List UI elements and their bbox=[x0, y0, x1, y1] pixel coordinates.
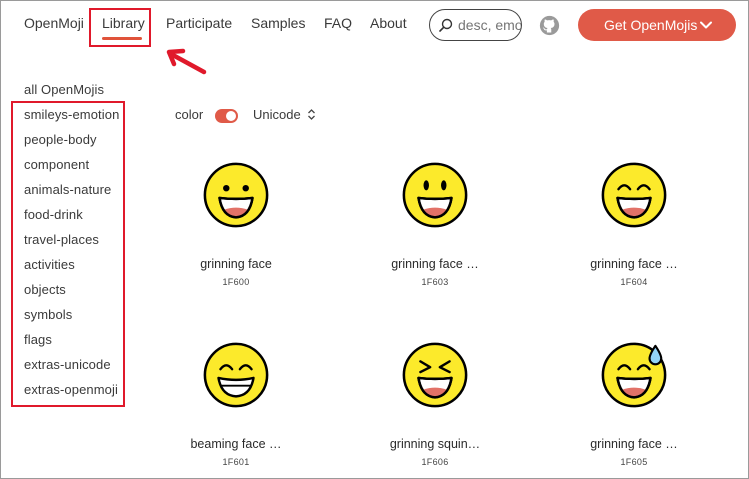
emoji-code: 1F604 bbox=[620, 277, 648, 287]
search-input[interactable] bbox=[458, 17, 521, 33]
color-toggle[interactable] bbox=[215, 109, 238, 123]
emoji-card-1F600[interactable]: grinning face 1F600 bbox=[161, 160, 311, 300]
get-openmojis-label: Get OpenMojis bbox=[604, 17, 698, 33]
grinning-squinting-face-icon bbox=[402, 342, 468, 408]
sidebar-item-objects[interactable]: objects bbox=[24, 282, 66, 297]
emoji-name: grinning face bbox=[200, 257, 272, 271]
color-filter-label: color bbox=[175, 107, 204, 122]
emoji-name: beaming face … bbox=[190, 437, 282, 451]
github-icon[interactable] bbox=[539, 15, 560, 36]
emoji-name: grinning face … bbox=[391, 257, 479, 271]
library-annotation-box bbox=[89, 8, 151, 47]
grinning-face-big-eyes-icon bbox=[402, 162, 468, 228]
emoji-name: grinning face … bbox=[590, 437, 678, 451]
grinning-face-smiling-eyes-icon bbox=[601, 162, 667, 228]
sidebar-item-extras-openmoji[interactable]: extras-openmoji bbox=[24, 382, 118, 397]
nav-faq[interactable]: FAQ bbox=[324, 15, 352, 31]
nav-participate[interactable]: Participate bbox=[166, 15, 232, 31]
sidebar-item-travel-places[interactable]: travel-places bbox=[24, 232, 99, 247]
emoji-code: 1F603 bbox=[421, 277, 449, 287]
sidebar-item-animals-nature[interactable]: animals-nature bbox=[24, 182, 111, 197]
emoji-card-1F606[interactable]: grinning squin… 1F606 bbox=[360, 340, 510, 479]
emoji-code: 1F606 bbox=[421, 457, 449, 467]
sidebar-item-component[interactable]: component bbox=[24, 157, 89, 172]
sidebar-item-all[interactable]: all OpenMojis bbox=[24, 82, 104, 97]
emoji-card-1F601[interactable]: beaming face … 1F601 bbox=[161, 340, 311, 479]
search-icon bbox=[439, 18, 453, 32]
beaming-face-icon bbox=[203, 342, 269, 408]
chevron-down-icon bbox=[700, 21, 712, 29]
sidebar-item-smileys-emotion[interactable]: smileys-emotion bbox=[24, 107, 119, 122]
emoji-name: grinning squin… bbox=[389, 437, 481, 451]
emoji-card-1F604[interactable]: grinning face … 1F604 bbox=[559, 160, 709, 300]
emoji-card-1F603[interactable]: grinning face … 1F603 bbox=[360, 160, 510, 300]
sidebar-item-flags[interactable]: flags bbox=[24, 332, 52, 347]
emoji-code: 1F600 bbox=[222, 277, 250, 287]
sort-unicode-label[interactable]: Unicode bbox=[253, 107, 301, 122]
brand-link[interactable]: OpenMoji bbox=[24, 15, 84, 31]
emoji-card-1F605[interactable]: grinning face … 1F605 bbox=[559, 340, 709, 479]
toggle-knob bbox=[226, 111, 236, 121]
sidebar-item-food-drink[interactable]: food-drink bbox=[24, 207, 83, 222]
nav-samples[interactable]: Samples bbox=[251, 15, 305, 31]
sidebar-item-extras-unicode[interactable]: extras-unicode bbox=[24, 357, 111, 372]
emoji-code: 1F605 bbox=[620, 457, 648, 467]
nav-about[interactable]: About bbox=[370, 15, 407, 31]
sort-updown-icon[interactable] bbox=[307, 108, 316, 121]
sidebar-item-activities[interactable]: activities bbox=[24, 257, 75, 272]
emoji-code: 1F601 bbox=[222, 457, 250, 467]
grinning-face-sweat-icon bbox=[601, 342, 667, 408]
sidebar-item-people-body[interactable]: people-body bbox=[24, 132, 97, 147]
search-box[interactable] bbox=[429, 9, 522, 41]
grinning-face-icon bbox=[203, 162, 269, 228]
get-openmojis-button[interactable]: Get OpenMojis bbox=[578, 9, 736, 41]
sidebar-item-symbols[interactable]: symbols bbox=[24, 307, 72, 322]
emoji-name: grinning face … bbox=[590, 257, 678, 271]
annotation-arrow bbox=[166, 48, 207, 75]
